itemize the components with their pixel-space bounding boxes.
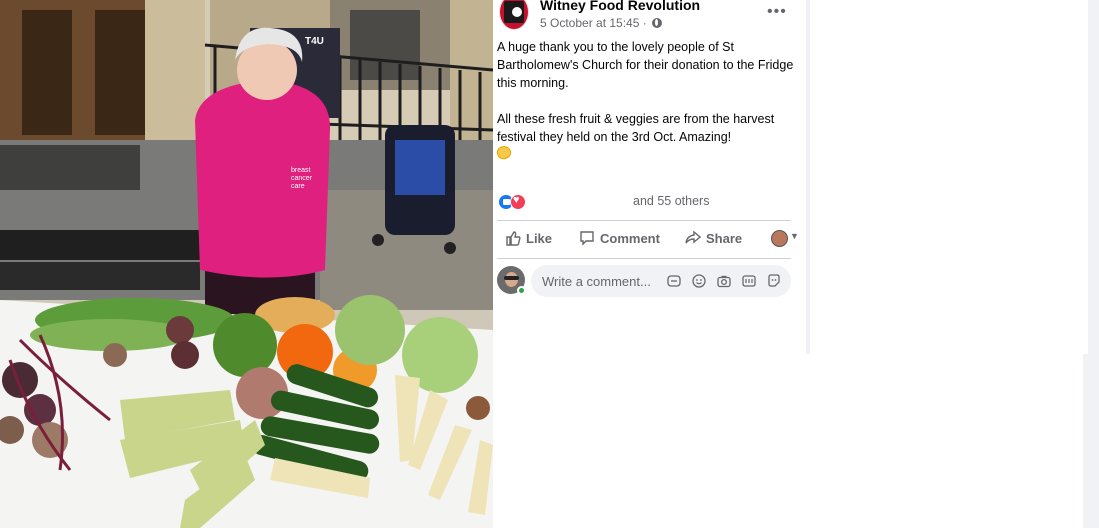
divider <box>497 220 791 221</box>
avatar-sticker-icon[interactable] <box>767 274 781 288</box>
share-button[interactable]: Share <box>685 230 742 246</box>
page-gutter <box>1088 0 1099 354</box>
comment-composer: Write a comment... <box>497 264 797 298</box>
like-button[interactable]: Like <box>505 230 552 246</box>
sweatshirt-logo-line-1: breast <box>291 167 311 174</box>
comment-input[interactable]: Write a comment... <box>531 265 791 297</box>
post-body: A huge thank you to the lovely people of… <box>495 38 797 164</box>
love-reaction-icon <box>510 194 526 210</box>
action-bar: Like Comment Share ▼ <box>497 222 799 256</box>
sweatshirt-logo-line-2: cancer <box>291 175 313 182</box>
caret-down-icon[interactable]: ▼ <box>790 231 799 241</box>
more-icon[interactable]: ••• <box>767 3 787 21</box>
emoji-icon <box>495 143 513 162</box>
comment-button[interactable]: Comment <box>579 230 660 246</box>
poster-text: T4U <box>305 36 324 47</box>
reaction-count[interactable]: and 55 others <box>633 194 709 208</box>
post-panel: Witney Food Revolution 5 October at 15:4… <box>493 0 806 354</box>
page-avatar[interactable] <box>499 0 529 30</box>
divider <box>497 258 791 259</box>
sticker-icon[interactable] <box>667 274 681 288</box>
like-icon <box>506 231 521 246</box>
timestamp-text[interactable]: 5 October at 15:45 · <box>540 16 647 30</box>
post-border <box>806 0 810 354</box>
page-avatar-dot <box>512 7 522 17</box>
feed-background <box>493 354 1083 528</box>
gif-icon[interactable] <box>742 274 756 288</box>
page-name[interactable]: Witney Food Revolution <box>540 0 700 13</box>
online-status-dot <box>517 286 526 295</box>
share-icon <box>685 230 701 244</box>
vegetable-photo: T4U breast cancer care <box>0 0 493 528</box>
comment-icon <box>580 231 594 246</box>
share-label: Share <box>706 231 743 246</box>
camera-icon[interactable] <box>717 274 731 288</box>
post-photo[interactable]: T4U breast cancer care <box>0 0 493 528</box>
viewer-avatar[interactable] <box>771 230 788 247</box>
post-paragraph-1: A huge thank you to the lovely people of… <box>497 40 794 90</box>
post-header: Witney Food Revolution 5 October at 15:4… <box>493 0 806 34</box>
reaction-summary[interactable]: and 55 others <box>497 192 791 212</box>
emoji-icon[interactable] <box>692 274 706 288</box>
post-paragraph-2: All these fresh fruit & veggies are from… <box>495 110 797 164</box>
globe-icon <box>652 18 663 28</box>
feed-gutter <box>1083 354 1099 528</box>
post-timestamp[interactable]: 5 October at 15:45 · <box>540 16 663 30</box>
user-avatar-glasses <box>504 276 519 280</box>
like-label: Like <box>526 231 553 246</box>
post-paragraph-2-text: All these fresh fruit & veggies are from… <box>497 112 775 144</box>
comment-placeholder[interactable]: Write a comment... <box>542 274 651 289</box>
comment-label: Comment <box>600 231 660 246</box>
sweatshirt-logo-line-3: care <box>291 183 305 190</box>
